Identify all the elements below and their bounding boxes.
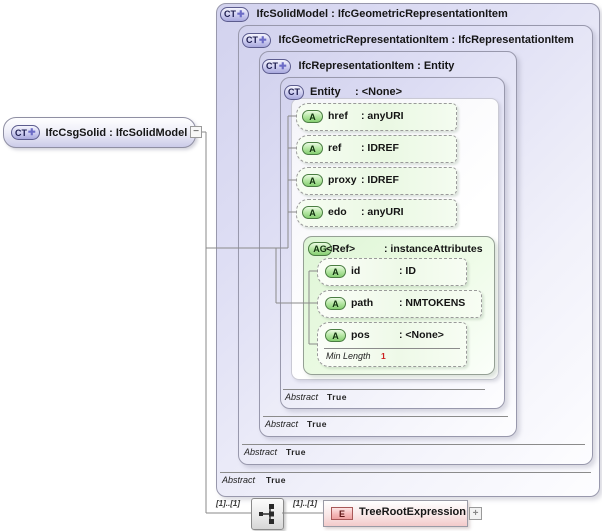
attribute-ref[interactable]: A ref : IDREF: [296, 135, 457, 163]
entity-type: : <None>: [355, 86, 403, 98]
sequence-compositor-icon[interactable]: [251, 498, 284, 530]
complex-type-icon: CT ✚: [11, 125, 40, 140]
attr-name: id: [351, 265, 361, 277]
box-title: IfcGeometricRepresentationItem : IfcRepr…: [278, 34, 574, 46]
attribute-path[interactable]: A path : NMTOKENS: [317, 290, 482, 318]
complex-type-icon: CT ✚: [220, 6, 249, 22]
attr-name: path: [351, 297, 374, 309]
root-title: IfcCsgSolid : IfcSolidModel: [45, 126, 188, 139]
entity-name: Entity: [310, 86, 341, 98]
derive-plus-icon: ✚: [259, 34, 267, 45]
attribute-pos[interactable]: A pos : <None> Min Length 1: [317, 322, 467, 367]
attribute-edo[interactable]: A edo : anyURI: [296, 199, 457, 227]
element-icon: E: [331, 507, 353, 520]
element-label: TreeRootExpression: [359, 506, 466, 518]
collapse-toggle[interactable]: −: [190, 126, 202, 138]
attribute-href[interactable]: A href : anyURI: [296, 103, 457, 131]
expand-toggle[interactable]: +: [469, 507, 482, 520]
attribute-icon: A: [302, 142, 323, 155]
attribute-icon: A: [325, 297, 346, 310]
element-treerootexpression[interactable]: E TreeRootExpression: [323, 500, 468, 527]
attr-name: pos: [351, 329, 370, 341]
header-entity[interactable]: CT Entity : <None>: [284, 84, 402, 100]
attribute-proxy[interactable]: A proxy : IDREF: [296, 167, 457, 195]
abstract-facet-entity: Abstract True: [285, 392, 347, 402]
derive-plus-icon: ✚: [279, 60, 287, 71]
derive-plus-icon: ✚: [237, 8, 245, 19]
facet-divider: [220, 472, 591, 473]
cardinality-label: [1]..[1]: [216, 499, 240, 508]
box-title: IfcSolidModel : IfcGeometricRepresentati…: [256, 8, 508, 20]
complex-type-icon: CT ✚: [262, 58, 291, 74]
attr-name: proxy: [328, 174, 357, 186]
attr-type: : IDREF: [361, 174, 399, 186]
header-ifcsolidmodel[interactable]: CT ✚ IfcSolidModel : IfcGeometricRepresen…: [220, 6, 508, 22]
attr-type: : ID: [399, 265, 416, 277]
attr-type: : NMTOKENS: [399, 297, 466, 309]
header-ifcgeometricrepresentationitem[interactable]: CT ✚ IfcGeometricRepresentationItem : Ifc…: [242, 32, 574, 48]
attr-name: edo: [328, 206, 347, 218]
complex-type-icon: CT: [284, 84, 304, 100]
header-ifcrepresentationitem[interactable]: CT ✚ IfcRepresentationItem : Entity: [262, 58, 454, 74]
facet-divider: [242, 444, 585, 445]
node-ifccsgsolid[interactable]: CT ✚ IfcCsgSolid : IfcSolidModel: [3, 117, 196, 148]
attr-type: : anyURI: [361, 110, 404, 122]
attr-name: href: [328, 110, 348, 122]
attribute-icon: A: [325, 265, 346, 278]
min-length-facet: Min Length 1: [326, 351, 387, 361]
derive-plus-icon: ✚: [28, 127, 36, 137]
attribute-id[interactable]: A id : ID: [317, 258, 467, 286]
attribute-icon: A: [302, 110, 323, 123]
facet-divider: [324, 348, 460, 349]
abstract-facet-ifcsolidmodel: Abstract True: [222, 475, 286, 485]
attr-name: ref: [328, 142, 342, 154]
attribute-icon: A: [302, 206, 323, 219]
attr-type: : IDREF: [361, 142, 399, 154]
schema-diagram: CT ✚ IfcSolidModel : IfcGeometricRepresen…: [0, 0, 602, 531]
facet-divider: [263, 416, 508, 417]
attr-type: : anyURI: [361, 206, 404, 218]
complex-type-icon: CT ✚: [242, 32, 271, 48]
box-title: IfcRepresentationItem : Entity: [298, 60, 455, 72]
abstract-facet-ifcrepresentationitem: Abstract True: [265, 419, 327, 429]
attribute-icon: A: [302, 174, 323, 187]
group-name: <Ref>: [326, 243, 356, 255]
facet-divider: [283, 389, 485, 390]
attr-type: : <None>: [399, 329, 444, 341]
group-type: : instanceAttributes: [384, 243, 483, 255]
abstract-facet-ifcgeometricrepresentationitem: Abstract True: [244, 447, 306, 457]
compositor-glyph-icon: [258, 504, 274, 524]
attribute-icon: A: [325, 329, 346, 342]
cardinality-label: [1]..[1]: [293, 499, 317, 508]
